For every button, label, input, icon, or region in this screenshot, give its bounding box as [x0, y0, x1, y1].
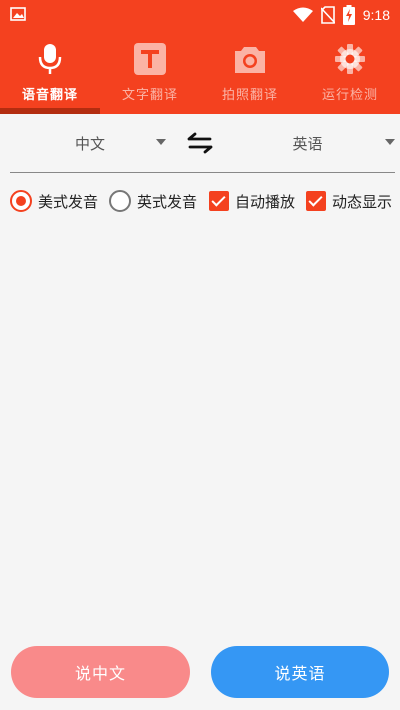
text-t-icon	[133, 42, 167, 76]
option-label: 美式发音	[38, 192, 99, 211]
checkbox-checked-icon	[306, 191, 326, 211]
microphone-icon	[33, 42, 67, 76]
chevron-down-icon	[385, 139, 395, 145]
option-label: 动态显示	[332, 192, 393, 211]
tab-voice-translate[interactable]: 语音翻译	[0, 30, 100, 114]
swap-languages-icon[interactable]	[186, 131, 214, 155]
status-bar: 9:18	[0, 0, 400, 30]
option-label: 自动播放	[235, 192, 296, 211]
target-language-label: 英语	[292, 134, 323, 153]
us-pronunciation-radio[interactable]: 美式发音	[10, 186, 98, 216]
target-language-dropdown[interactable]: 英语	[215, 114, 400, 172]
speak-chinese-button[interactable]: 说中文	[11, 646, 190, 698]
dynamic-display-checkbox[interactable]: 动态显示	[306, 186, 392, 216]
chevron-down-icon	[156, 139, 166, 145]
image-notification-icon	[10, 7, 26, 21]
tab-label: 拍照翻译	[221, 88, 278, 103]
tab-label: 文字翻译	[121, 88, 178, 103]
checkbox-checked-icon	[209, 191, 229, 211]
wifi-icon	[292, 7, 313, 22]
status-right: 9:18	[292, 5, 390, 25]
radio-selected-icon	[10, 190, 32, 212]
no-sim-icon	[320, 6, 335, 24]
tab-label: 运行检测	[321, 88, 378, 103]
uk-pronunciation-radio[interactable]: 英式发音	[109, 186, 197, 216]
options-row: 美式发音 英式发音 自动播放 动态显示	[0, 186, 400, 216]
auto-play-checkbox[interactable]: 自动播放	[209, 186, 295, 216]
option-label: 英式发音	[137, 192, 198, 211]
source-language-dropdown[interactable]: 中文	[0, 114, 180, 172]
tab-text-translate[interactable]: 文字翻译	[100, 30, 200, 114]
tab-photo-translate[interactable]: 拍照翻译	[200, 30, 300, 114]
translation-output-area	[0, 226, 400, 636]
clock: 9:18	[362, 7, 390, 23]
language-selector: 中文 英语	[0, 114, 400, 176]
divider	[10, 172, 395, 173]
battery-charging-icon	[342, 5, 355, 25]
camera-icon	[233, 42, 267, 76]
speak-english-button[interactable]: 说英语	[211, 646, 389, 698]
tab-run-check[interactable]: 运行检测	[300, 30, 400, 114]
gear-icon	[333, 42, 367, 76]
tab-label: 语音翻译	[21, 88, 78, 103]
radio-unselected-icon	[109, 190, 131, 212]
tab-bar: 语音翻译 文字翻译 拍照翻译 运行检测	[0, 30, 400, 114]
source-language-label: 中文	[74, 134, 105, 153]
